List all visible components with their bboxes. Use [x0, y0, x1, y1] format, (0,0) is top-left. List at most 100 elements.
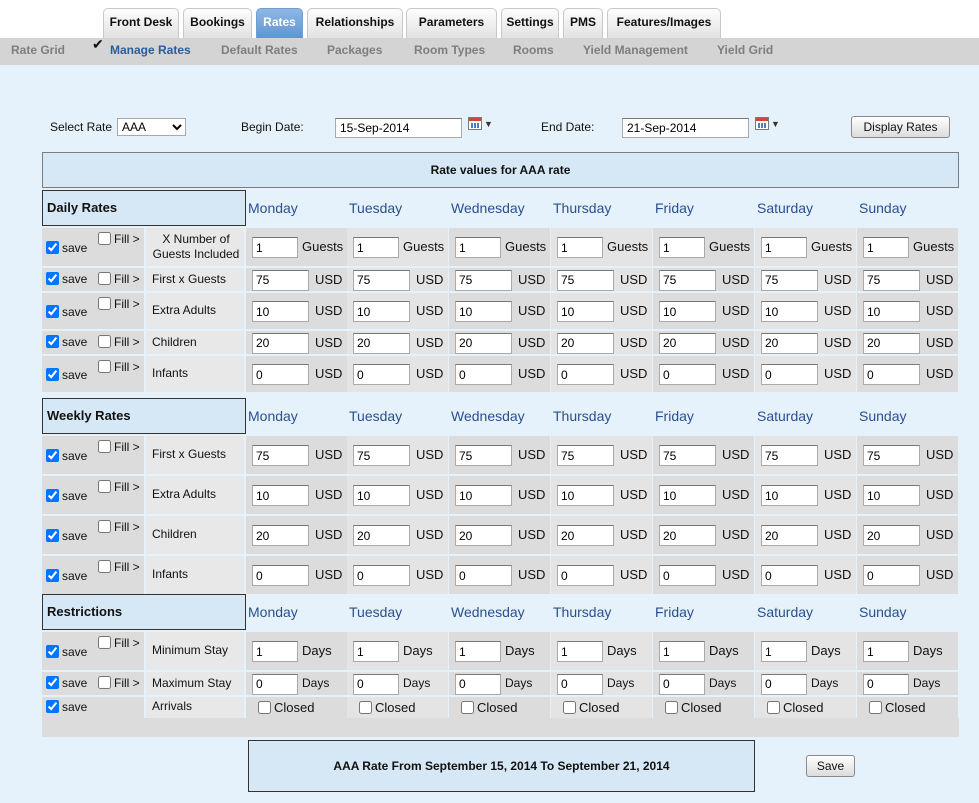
rate-value-input[interactable] — [659, 445, 716, 466]
closed-checkbox[interactable]: Closed — [359, 700, 415, 715]
rate-value-input[interactable] — [761, 445, 818, 466]
subnav-manage-rates[interactable]: Manage Rates — [110, 43, 191, 57]
save-check[interactable] — [46, 368, 59, 381]
fill-check[interactable] — [98, 271, 111, 285]
fill-check[interactable] — [98, 560, 111, 573]
rate-value-input[interactable] — [252, 364, 309, 385]
fill-check[interactable] — [98, 360, 111, 373]
tab-relationships[interactable]: Relationships — [307, 8, 403, 38]
save-checkbox[interactable]: save — [46, 334, 87, 349]
closed-checkbox[interactable]: Closed — [461, 700, 517, 715]
rate-value-input[interactable] — [252, 525, 309, 546]
rate-value-input[interactable] — [353, 269, 410, 291]
rate-value-input[interactable] — [659, 673, 705, 695]
fill-checkbox[interactable]: Fill > — [98, 271, 140, 286]
rate-value-input[interactable] — [252, 485, 309, 506]
rate-value-input[interactable] — [761, 525, 818, 546]
rate-value-input[interactable] — [353, 641, 399, 662]
fill-check[interactable] — [98, 675, 111, 689]
fill-checkbox[interactable]: Fill > — [98, 675, 140, 690]
rate-value-input[interactable] — [353, 445, 410, 466]
tab-front-desk[interactable]: Front Desk — [103, 8, 179, 38]
subnav-rooms[interactable]: Rooms — [513, 43, 554, 57]
rate-value-input[interactable] — [353, 565, 410, 586]
fill-check[interactable] — [98, 480, 111, 493]
fill-checkbox[interactable]: Fill > — [98, 334, 140, 349]
fill-check[interactable] — [98, 440, 111, 453]
end-date-calendar-icon[interactable]: ▼ — [753, 115, 781, 135]
rate-value-input[interactable] — [252, 673, 298, 695]
rate-value-input[interactable] — [557, 565, 614, 586]
rate-value-input[interactable] — [659, 269, 716, 291]
rate-value-input[interactable] — [557, 364, 614, 385]
rate-value-input[interactable] — [863, 673, 909, 695]
save-checkbox[interactable]: save — [46, 489, 87, 503]
fill-check[interactable] — [98, 520, 111, 533]
rate-value-input[interactable] — [353, 237, 399, 258]
rate-value-input[interactable] — [252, 445, 309, 466]
rate-value-input[interactable] — [455, 301, 512, 322]
rate-value-input[interactable] — [557, 641, 603, 662]
tab-settings[interactable]: Settings — [501, 8, 559, 38]
rate-value-input[interactable] — [353, 364, 410, 385]
rate-value-input[interactable] — [252, 237, 298, 258]
rate-value-input[interactable] — [557, 332, 614, 354]
subnav-yield-grid[interactable]: Yield Grid — [717, 43, 773, 57]
rate-value-input[interactable] — [761, 565, 818, 586]
save-check[interactable] — [46, 334, 59, 348]
closed-check[interactable] — [665, 701, 678, 714]
save-check[interactable] — [46, 645, 59, 658]
rate-value-input[interactable] — [557, 237, 603, 258]
tab-parameters[interactable]: Parameters — [406, 8, 497, 38]
subnav-packages[interactable]: Packages — [327, 43, 382, 57]
rate-value-input[interactable] — [252, 332, 309, 354]
rate-value-input[interactable] — [455, 364, 512, 385]
closed-check[interactable] — [461, 701, 474, 714]
save-checkbox[interactable]: save — [46, 569, 87, 583]
rate-value-input[interactable] — [252, 641, 298, 662]
closed-check[interactable] — [767, 701, 780, 714]
fill-checkbox[interactable]: Fill > — [98, 520, 142, 534]
closed-checkbox[interactable]: Closed — [258, 700, 314, 715]
tab-bookings[interactable]: Bookings — [183, 8, 252, 38]
rate-value-input[interactable] — [659, 565, 716, 586]
rate-value-input[interactable] — [252, 565, 309, 586]
rate-value-input[interactable] — [863, 445, 920, 466]
closed-checkbox[interactable]: Closed — [767, 700, 823, 715]
save-checkbox[interactable]: save — [46, 675, 87, 690]
save-check[interactable] — [46, 271, 59, 285]
rate-value-input[interactable] — [455, 641, 501, 662]
rate-value-input[interactable] — [761, 332, 818, 354]
tab-features-images[interactable]: Features/Images — [607, 8, 721, 38]
rate-value-input[interactable] — [353, 485, 410, 506]
save-check[interactable] — [46, 489, 59, 502]
rate-value-input[interactable] — [353, 525, 410, 546]
rate-value-input[interactable] — [557, 301, 614, 322]
rate-value-input[interactable] — [863, 237, 909, 258]
rate-value-input[interactable] — [353, 332, 410, 354]
save-check[interactable] — [46, 241, 59, 254]
rate-value-input[interactable] — [659, 237, 705, 258]
fill-checkbox[interactable]: Fill > — [98, 360, 142, 374]
fill-checkbox[interactable]: Fill > — [98, 560, 142, 574]
save-check[interactable] — [46, 529, 59, 542]
fill-check[interactable] — [98, 334, 111, 348]
rate-value-input[interactable] — [455, 237, 501, 258]
subnav-rate-grid[interactable]: Rate Grid — [11, 43, 65, 57]
rate-value-input[interactable] — [557, 485, 614, 506]
rate-value-input[interactable] — [863, 364, 920, 385]
rate-value-input[interactable] — [455, 565, 512, 586]
save-checkbox[interactable]: save — [46, 529, 87, 543]
fill-checkbox[interactable]: Fill > — [98, 636, 142, 650]
rate-value-input[interactable] — [863, 269, 920, 291]
rate-value-input[interactable] — [659, 485, 716, 506]
rate-value-input[interactable] — [455, 485, 512, 506]
rate-value-input[interactable] — [863, 485, 920, 506]
closed-check[interactable] — [359, 701, 372, 714]
closed-check[interactable] — [258, 701, 271, 714]
rate-value-input[interactable] — [863, 301, 920, 322]
rate-value-input[interactable] — [659, 364, 716, 385]
save-check[interactable] — [46, 569, 59, 582]
closed-check[interactable] — [563, 701, 576, 714]
save-check[interactable] — [46, 700, 59, 713]
